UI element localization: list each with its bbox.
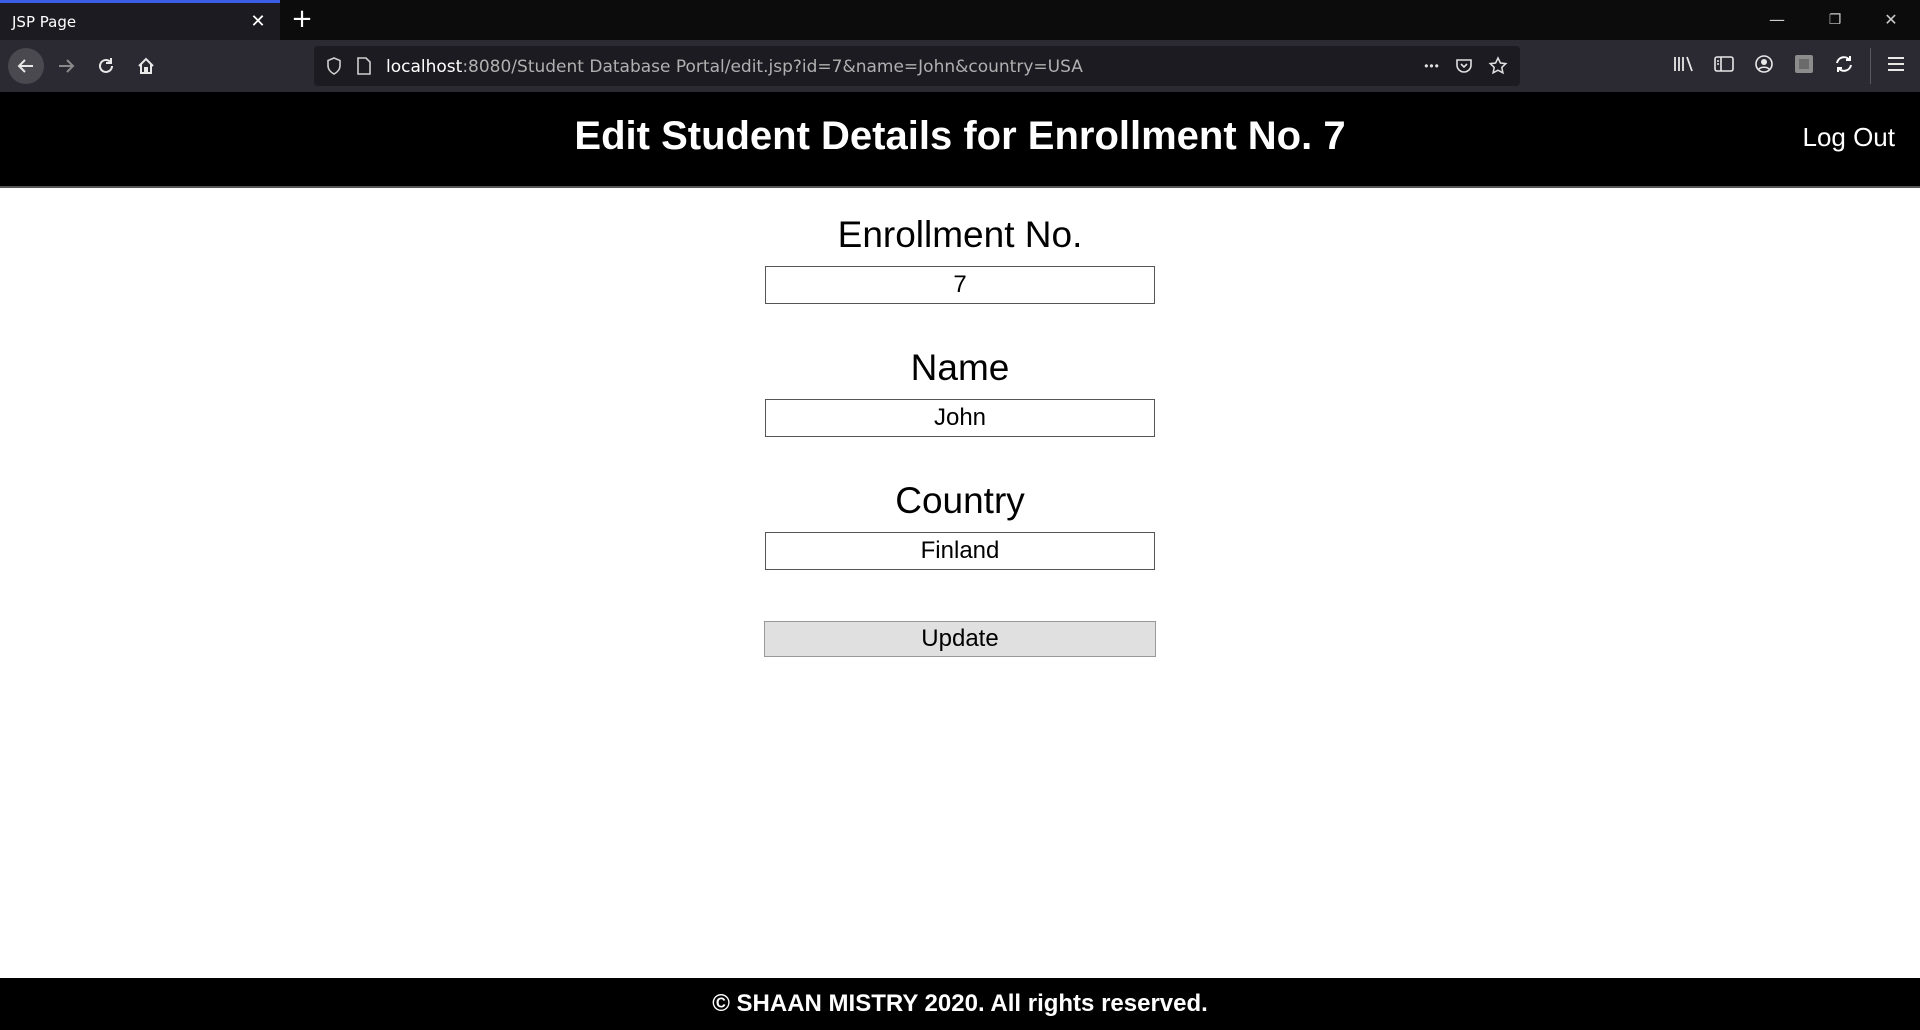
update-button[interactable]: Update bbox=[764, 621, 1156, 657]
logout-link[interactable]: Log Out bbox=[1802, 122, 1895, 153]
enrollment-label: Enrollment No. bbox=[837, 214, 1083, 255]
reload-icon[interactable] bbox=[88, 48, 124, 84]
account-icon[interactable] bbox=[1752, 52, 1776, 76]
sync-icon[interactable] bbox=[1832, 52, 1856, 76]
toolbar-separator bbox=[1870, 48, 1871, 84]
page-actions-more-icon[interactable]: ••• bbox=[1418, 56, 1446, 76]
country-input[interactable] bbox=[765, 532, 1155, 570]
name-label: Name bbox=[910, 347, 1010, 388]
browser-tab[interactable]: JSP Page ✕ bbox=[0, 0, 280, 40]
url-path: :8080/Student Database Portal/edit.jsp?i… bbox=[462, 57, 1083, 77]
home-icon[interactable] bbox=[128, 48, 164, 84]
url-host: localhost bbox=[386, 57, 463, 77]
name-input[interactable] bbox=[765, 399, 1155, 437]
extension-icon[interactable] bbox=[1792, 52, 1816, 76]
minimize-icon[interactable]: — bbox=[1754, 4, 1800, 36]
menu-hamburger-icon[interactable] bbox=[1884, 52, 1908, 76]
enrollment-input[interactable] bbox=[765, 266, 1155, 304]
address-bar[interactable]: localhost:8080/Student Database Portal/e… bbox=[314, 46, 1520, 86]
back-arrow-icon[interactable] bbox=[8, 48, 44, 84]
forward-arrow-icon[interactable] bbox=[48, 48, 84, 84]
shield-icon[interactable] bbox=[324, 56, 344, 76]
page-icon bbox=[354, 56, 374, 76]
copyright-text: © SHAAN MISTRY 2020. All rights reserved… bbox=[712, 990, 1208, 1017]
pocket-icon[interactable] bbox=[1454, 56, 1474, 76]
library-icon[interactable] bbox=[1672, 52, 1696, 76]
sidebar-icon[interactable] bbox=[1712, 52, 1736, 76]
country-label: Country bbox=[895, 480, 1025, 521]
window-close-icon[interactable]: ✕ bbox=[1868, 4, 1914, 36]
url-text[interactable]: localhost:8080/Student Database Portal/e… bbox=[386, 57, 1083, 77]
browser-nav-bar: localhost:8080/Student Database Portal/e… bbox=[0, 40, 1920, 92]
tab-title: JSP Page bbox=[12, 13, 77, 31]
browser-tab-bar: JSP Page ✕ + — ❐ ✕ bbox=[0, 0, 1920, 40]
page-title: Edit Student Details for Enrollment No. … bbox=[574, 114, 1346, 158]
restore-icon[interactable]: ❐ bbox=[1812, 4, 1858, 36]
new-tab-icon[interactable]: + bbox=[288, 6, 316, 34]
page-footer: © SHAAN MISTRY 2020. All rights reserved… bbox=[0, 978, 1920, 1030]
bookmark-star-icon[interactable] bbox=[1488, 56, 1508, 76]
tab-close-icon[interactable]: ✕ bbox=[248, 11, 268, 31]
page-header: Edit Student Details for Enrollment No. … bbox=[0, 92, 1920, 188]
